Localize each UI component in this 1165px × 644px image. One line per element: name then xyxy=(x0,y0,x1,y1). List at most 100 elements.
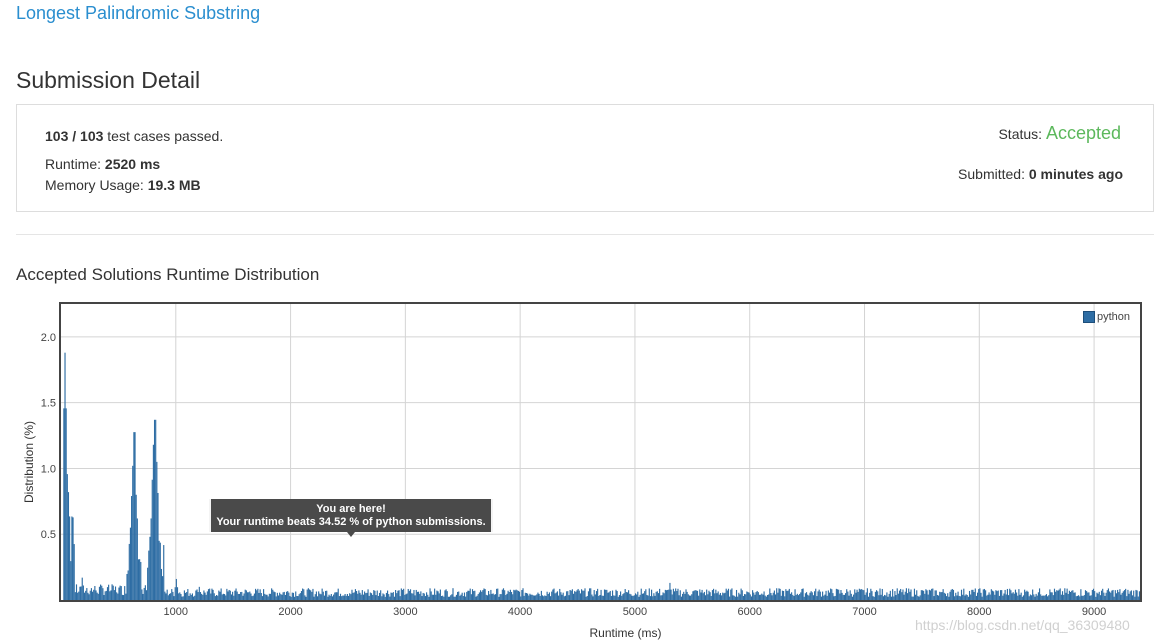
distribution-bar[interactable] xyxy=(882,596,885,600)
distribution-bar[interactable] xyxy=(990,589,992,600)
distribution-bar[interactable] xyxy=(886,592,888,600)
distribution-bar[interactable] xyxy=(649,596,652,600)
distribution-bar[interactable] xyxy=(357,593,359,600)
distribution-bar[interactable] xyxy=(321,588,323,600)
distribution-bar[interactable] xyxy=(294,596,296,600)
distribution-bar[interactable] xyxy=(365,593,367,600)
distribution-bar[interactable] xyxy=(281,594,283,600)
distribution-bar[interactable] xyxy=(179,592,181,600)
distribution-bar[interactable] xyxy=(749,594,751,600)
distribution-bar[interactable] xyxy=(191,593,194,600)
distribution-bar[interactable] xyxy=(120,586,122,600)
distribution-bar[interactable] xyxy=(523,595,525,600)
distribution-bar[interactable] xyxy=(948,596,950,600)
distribution-bar[interactable] xyxy=(240,592,242,600)
distribution-bar[interactable] xyxy=(1025,591,1027,600)
distribution-bar[interactable] xyxy=(237,593,239,600)
distribution-bar[interactable] xyxy=(641,593,643,600)
distribution-bar[interactable] xyxy=(372,594,374,600)
distribution-bar[interactable] xyxy=(752,590,754,600)
distribution-bar[interactable] xyxy=(762,594,764,600)
distribution-bar[interactable] xyxy=(1138,591,1140,600)
distribution-bar[interactable] xyxy=(521,590,523,600)
distribution-bar[interactable] xyxy=(1126,596,1128,600)
distribution-bar[interactable] xyxy=(307,588,309,600)
distribution-bar[interactable] xyxy=(787,590,789,600)
distribution-bar[interactable] xyxy=(519,591,521,600)
distribution-bar[interactable] xyxy=(1044,595,1046,600)
distribution-bar[interactable] xyxy=(981,596,983,600)
distribution-bar[interactable] xyxy=(201,593,203,600)
distribution-bar[interactable] xyxy=(303,589,305,600)
distribution-bar[interactable] xyxy=(474,590,476,600)
distribution-bar[interactable] xyxy=(516,590,518,600)
distribution-bar[interactable] xyxy=(647,595,649,600)
distribution-bar[interactable] xyxy=(193,596,195,600)
distribution-bar[interactable] xyxy=(540,590,542,600)
distribution-bar[interactable] xyxy=(312,588,314,600)
distribution-bar[interactable] xyxy=(946,596,948,600)
distribution-bar[interactable] xyxy=(245,590,247,600)
distribution-bar[interactable] xyxy=(996,591,998,600)
distribution-bar[interactable] xyxy=(943,592,945,600)
distribution-bar[interactable] xyxy=(879,588,881,600)
distribution-bar[interactable] xyxy=(144,585,146,600)
distribution-bar[interactable] xyxy=(77,592,79,600)
distribution-bar[interactable] xyxy=(1096,592,1098,600)
distribution-bar[interactable] xyxy=(451,594,453,600)
distribution-bar[interactable] xyxy=(779,588,781,600)
distribution-bar[interactable] xyxy=(967,596,969,600)
distribution-bar[interactable] xyxy=(230,594,233,600)
distribution-bar[interactable] xyxy=(645,589,647,600)
distribution-bar[interactable] xyxy=(254,588,257,600)
distribution-bar[interactable] xyxy=(954,596,956,600)
distribution-bar[interactable] xyxy=(260,593,262,600)
distribution-bar[interactable] xyxy=(771,595,773,600)
distribution-bar[interactable] xyxy=(639,594,641,600)
distribution-bar[interactable] xyxy=(857,591,859,600)
distribution-bar[interactable] xyxy=(640,588,642,600)
distribution-bar[interactable] xyxy=(970,594,972,600)
distribution-bar[interactable] xyxy=(287,591,289,600)
distribution-bar[interactable] xyxy=(977,592,979,600)
distribution-bar[interactable] xyxy=(218,590,220,600)
distribution-bar[interactable] xyxy=(804,593,806,600)
distribution-bar[interactable] xyxy=(1009,588,1011,600)
distribution-bar[interactable] xyxy=(81,577,83,600)
distribution-bar[interactable] xyxy=(853,594,855,600)
distribution-bar[interactable] xyxy=(620,591,622,600)
distribution-bar[interactable] xyxy=(89,590,91,600)
distribution-bar[interactable] xyxy=(958,595,960,600)
distribution-bar[interactable] xyxy=(279,592,281,600)
distribution-bar[interactable] xyxy=(773,590,775,600)
distribution-bar[interactable] xyxy=(280,594,282,600)
distribution-bar[interactable] xyxy=(1125,588,1127,600)
distribution-bar[interactable] xyxy=(657,593,660,600)
distribution-bar[interactable] xyxy=(364,591,366,600)
distribution-bar[interactable] xyxy=(444,590,446,600)
distribution-bar[interactable] xyxy=(1134,596,1136,600)
distribution-bar[interactable] xyxy=(438,593,440,600)
distribution-bar[interactable] xyxy=(256,590,258,600)
distribution-bar[interactable] xyxy=(699,589,701,600)
distribution-bar[interactable] xyxy=(297,596,299,600)
distribution-bar[interactable] xyxy=(165,593,167,600)
distribution-bar[interactable] xyxy=(616,591,618,600)
distribution-bar[interactable] xyxy=(631,595,633,600)
distribution-bar[interactable] xyxy=(1030,595,1033,600)
distribution-bar[interactable] xyxy=(1036,595,1038,600)
distribution-bar[interactable] xyxy=(234,590,236,600)
distribution-bar[interactable] xyxy=(282,592,284,600)
distribution-bar[interactable] xyxy=(275,596,277,600)
distribution-bar[interactable] xyxy=(378,592,381,600)
distribution-bar[interactable] xyxy=(989,594,991,600)
distribution-bar[interactable] xyxy=(714,593,716,600)
distribution-bar[interactable] xyxy=(299,593,301,600)
distribution-bar[interactable] xyxy=(668,589,670,600)
distribution-bar[interactable] xyxy=(878,595,880,600)
distribution-bar[interactable] xyxy=(1007,595,1010,600)
distribution-bar[interactable] xyxy=(1094,591,1096,600)
distribution-bar[interactable] xyxy=(497,588,499,600)
distribution-bar[interactable] xyxy=(515,589,517,600)
distribution-bar[interactable] xyxy=(889,590,891,600)
